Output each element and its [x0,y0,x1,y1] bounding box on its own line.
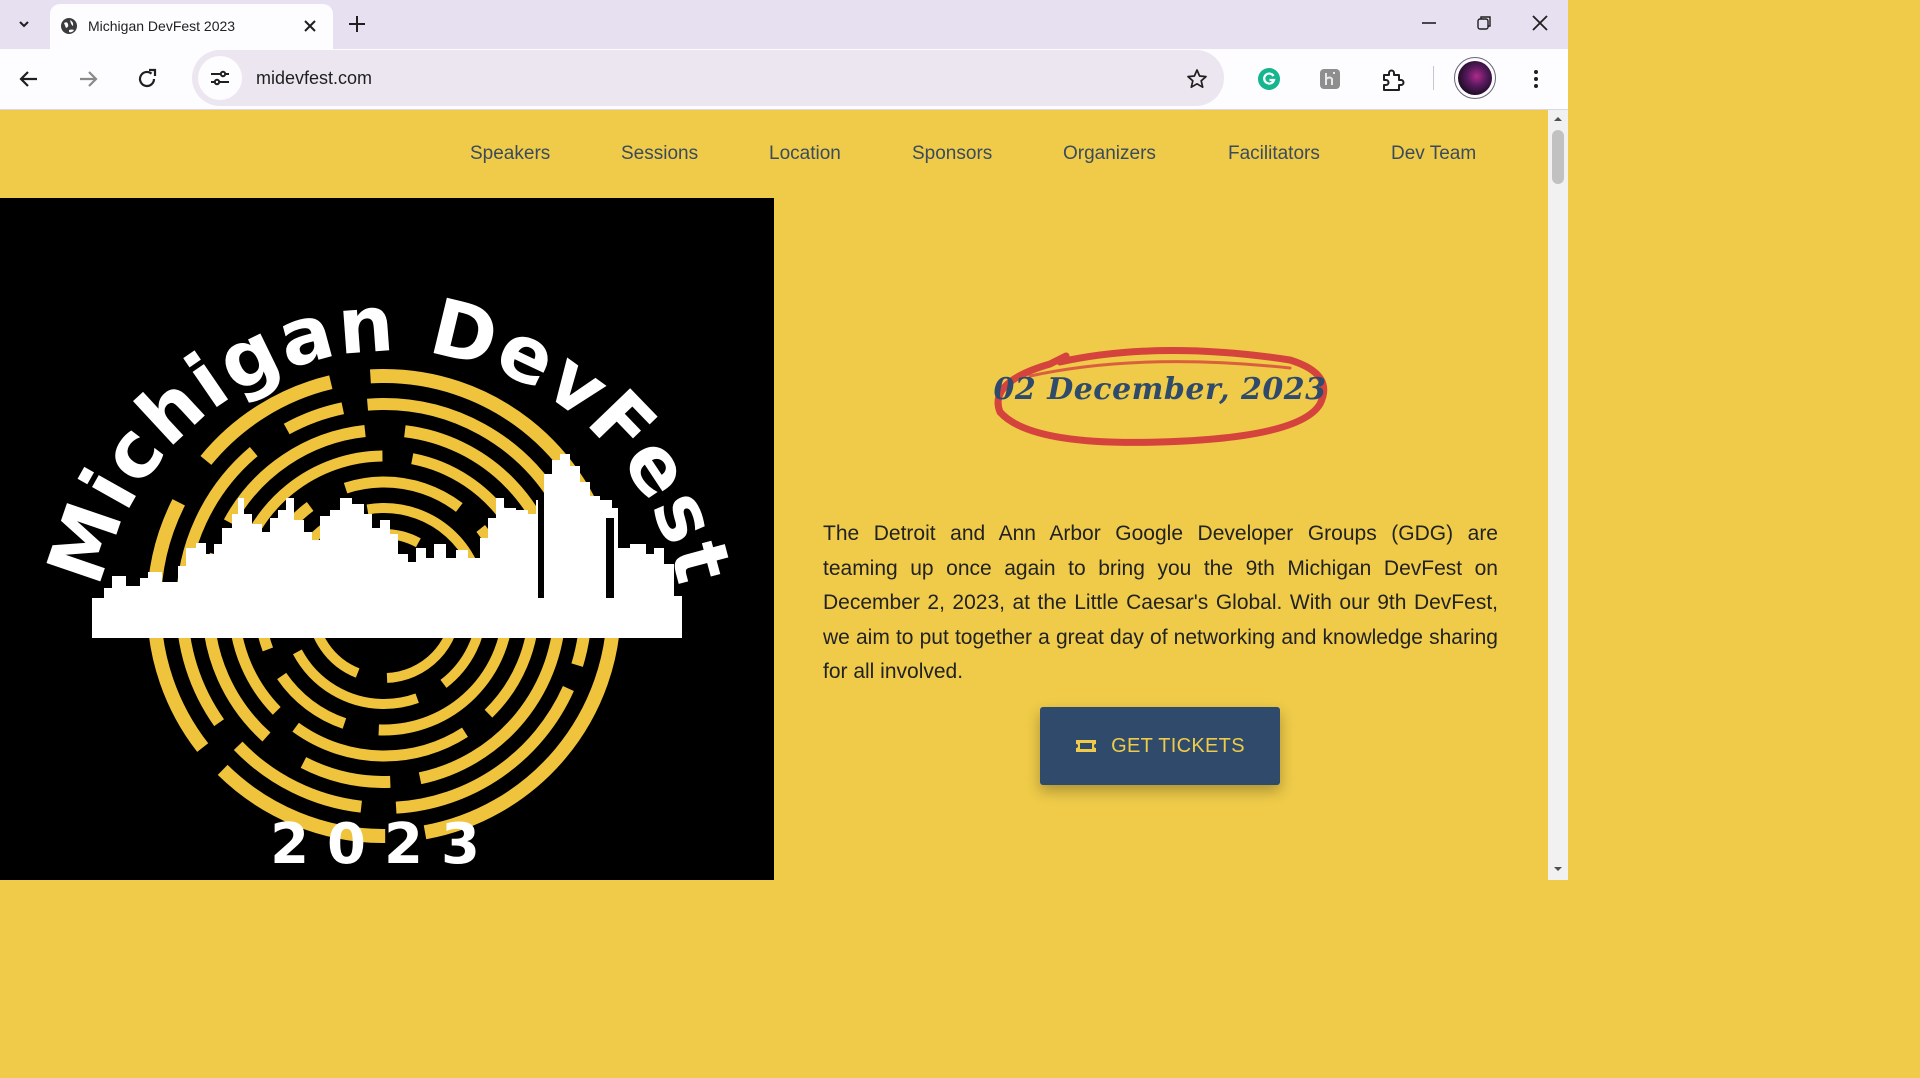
arrow-right-icon[interactable] [76,67,100,91]
active-tab[interactable]: Michigan DevFest 2023 [50,4,333,49]
url-text[interactable]: midevfest.com [256,68,372,89]
restore-icon[interactable] [1473,12,1495,34]
grammarly-icon[interactable] [1257,67,1281,91]
address-bar[interactable]: midevfest.com [192,50,1224,106]
chevron-down-icon [19,21,29,28]
nav-facilitators[interactable]: Facilitators [1228,143,1320,165]
ticket-icon [1076,740,1097,752]
devfest-logo: Michigan DevFest 2023 [31,279,747,877]
nav-dev-team[interactable]: Dev Team [1391,143,1476,165]
page-scrollbar[interactable] [1548,110,1568,880]
tab-title: Michigan DevFest 2023 [88,18,236,34]
kebab-menu-icon[interactable] [1524,67,1548,91]
scroll-down-arrow-icon[interactable] [1553,864,1563,874]
extension-icon[interactable] [1318,67,1342,91]
browser-toolbar: midevfest.com [0,49,1568,110]
arrow-left-icon[interactable] [17,67,41,91]
nav-speakers[interactable]: Speakers [470,143,550,165]
devfest-logo-panel: Michigan DevFest 2023 [0,198,774,880]
scroll-up-arrow-icon[interactable] [1553,114,1563,124]
close-window-icon[interactable] [1529,12,1551,34]
tune-icon [211,70,229,86]
site-nav: Speakers Sessions Location Sponsors Orga… [0,110,1548,198]
page-viewport: Speakers Sessions Location Sponsors Orga… [0,110,1548,880]
minimize-icon[interactable] [1418,12,1440,34]
event-description: The Detroit and Ann Arbor Google Develop… [823,522,1498,683]
globe-icon [61,18,77,34]
nav-location[interactable]: Location [769,143,841,165]
tab-strip: Michigan DevFest 2023 [0,0,1568,49]
event-date-text: 02 December, 2023 [993,372,1327,407]
nav-organizers[interactable]: Organizers [1063,143,1156,165]
nav-sessions[interactable]: Sessions [621,143,698,165]
site-info-button[interactable] [198,56,242,100]
get-tickets-label: GET TICKETS [1111,734,1245,757]
star-icon[interactable] [1186,68,1208,90]
event-date: 02 December, 2023 [990,342,1330,452]
scrollbar-thumb[interactable] [1552,130,1564,184]
reload-icon[interactable] [135,67,159,91]
close-icon[interactable] [301,17,319,35]
logo-year-text: 2023 [270,812,498,877]
tab-search-button[interactable] [8,8,40,40]
plus-icon[interactable] [346,13,368,35]
avatar-image [1458,61,1492,95]
profile-avatar[interactable] [1454,57,1496,99]
get-tickets-button[interactable]: GET TICKETS [1040,707,1280,785]
toolbar-separator [1433,66,1434,90]
nav-sponsors[interactable]: Sponsors [912,143,992,165]
puzzle-icon[interactable] [1380,67,1406,93]
